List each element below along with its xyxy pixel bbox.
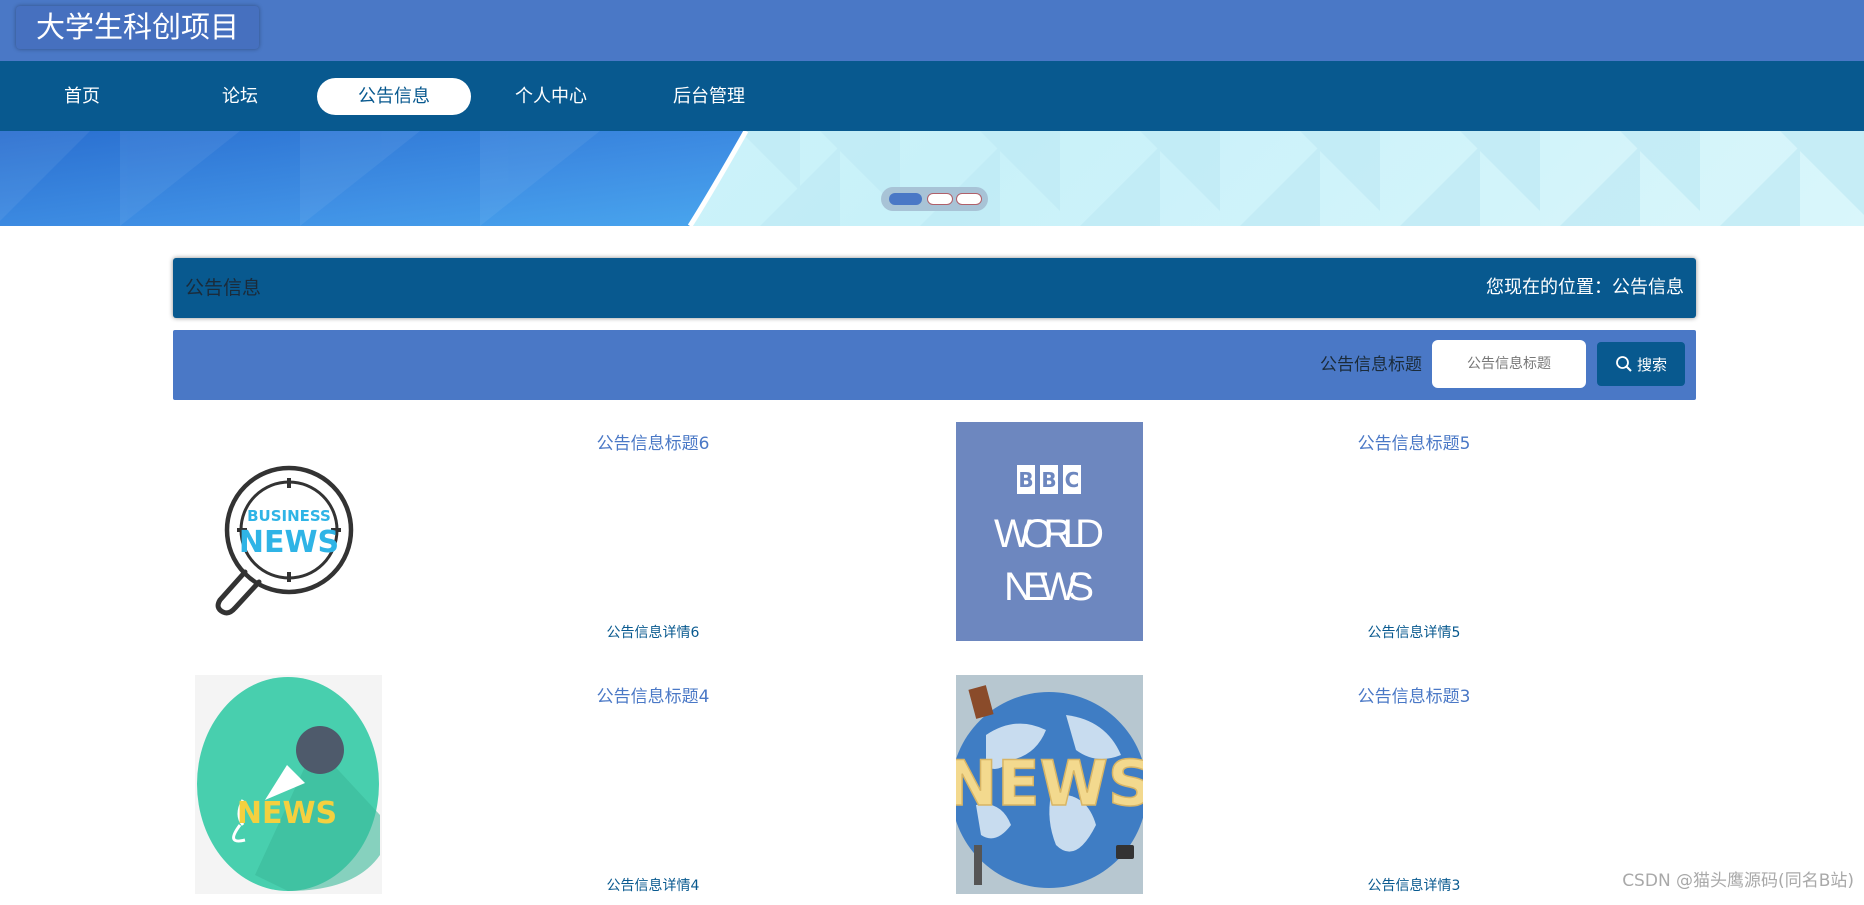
csdn-watermark: CSDN @猫头鹰源码(同名B站): [1622, 871, 1854, 891]
nav-item-home[interactable]: 首页: [5, 78, 159, 115]
search-bar: 公告信息标题 搜索: [173, 330, 1696, 400]
svg-text:WORLD: WORLD: [994, 512, 1104, 556]
business-news-image[interactable]: BUSINESS NEWS: [195, 422, 382, 641]
carousel-dot-3[interactable]: [956, 193, 982, 205]
banner-carousel[interactable]: [0, 131, 1864, 226]
nav-item-personal-center[interactable]: 个人中心: [474, 78, 628, 115]
card-title-4[interactable]: 公告信息标题4: [483, 682, 823, 707]
carousel-dot-1[interactable]: [889, 193, 922, 205]
carousel-indicators: [881, 187, 988, 211]
nav-item-forum[interactable]: 论坛: [163, 78, 317, 115]
svg-text:B: B: [1041, 468, 1056, 492]
svg-text:NEWS: NEWS: [1004, 565, 1094, 609]
svg-text:BUSINESS: BUSINESS: [247, 507, 331, 525]
search-button-label: 搜索: [1636, 355, 1667, 374]
news-microphone-image[interactable]: NEWS: [195, 675, 382, 894]
section-header: 公告信息 您现在的位置：公告信息: [173, 258, 1696, 318]
svg-text:C: C: [1065, 468, 1080, 492]
svg-text:NEWS: NEWS: [956, 747, 1143, 820]
banner-image: [0, 131, 1864, 226]
card-title-5[interactable]: 公告信息标题5: [1244, 429, 1584, 454]
search-label: 公告信息标题: [1320, 355, 1422, 375]
card-title-6[interactable]: 公告信息标题6: [483, 429, 823, 454]
top-header: 大学生科创项目: [0, 0, 1864, 61]
svg-text:NEWS: NEWS: [237, 796, 337, 831]
card-title-3[interactable]: 公告信息标题3: [1244, 682, 1584, 707]
bbc-world-news-image[interactable]: B B C WORLD NEWS: [956, 422, 1143, 641]
carousel-dot-2[interactable]: [927, 193, 953, 205]
card-detail-5: 公告信息详情5: [1367, 625, 1461, 641]
search-icon: [1616, 356, 1632, 372]
search-button[interactable]: 搜索: [1597, 342, 1685, 386]
search-input[interactable]: [1432, 340, 1586, 388]
section-title: 公告信息: [185, 277, 262, 299]
svg-text:B: B: [1018, 468, 1033, 492]
nav-item-admin[interactable]: 后台管理: [632, 78, 786, 115]
card-detail-6: 公告信息详情6: [606, 625, 700, 641]
news-globe-image[interactable]: NEWS: [956, 675, 1143, 894]
main-nav: 首页 论坛 公告信息 个人中心 后台管理: [0, 61, 1864, 131]
breadcrumb: 您现在的位置：公告信息: [1486, 277, 1684, 298]
card-detail-4: 公告信息详情4: [606, 878, 700, 894]
site-title[interactable]: 大学生科创项目: [16, 6, 260, 49]
svg-text:NEWS: NEWS: [239, 525, 339, 560]
nav-item-announcements[interactable]: 公告信息: [317, 78, 471, 115]
card-detail-3: 公告信息详情3: [1367, 878, 1461, 894]
